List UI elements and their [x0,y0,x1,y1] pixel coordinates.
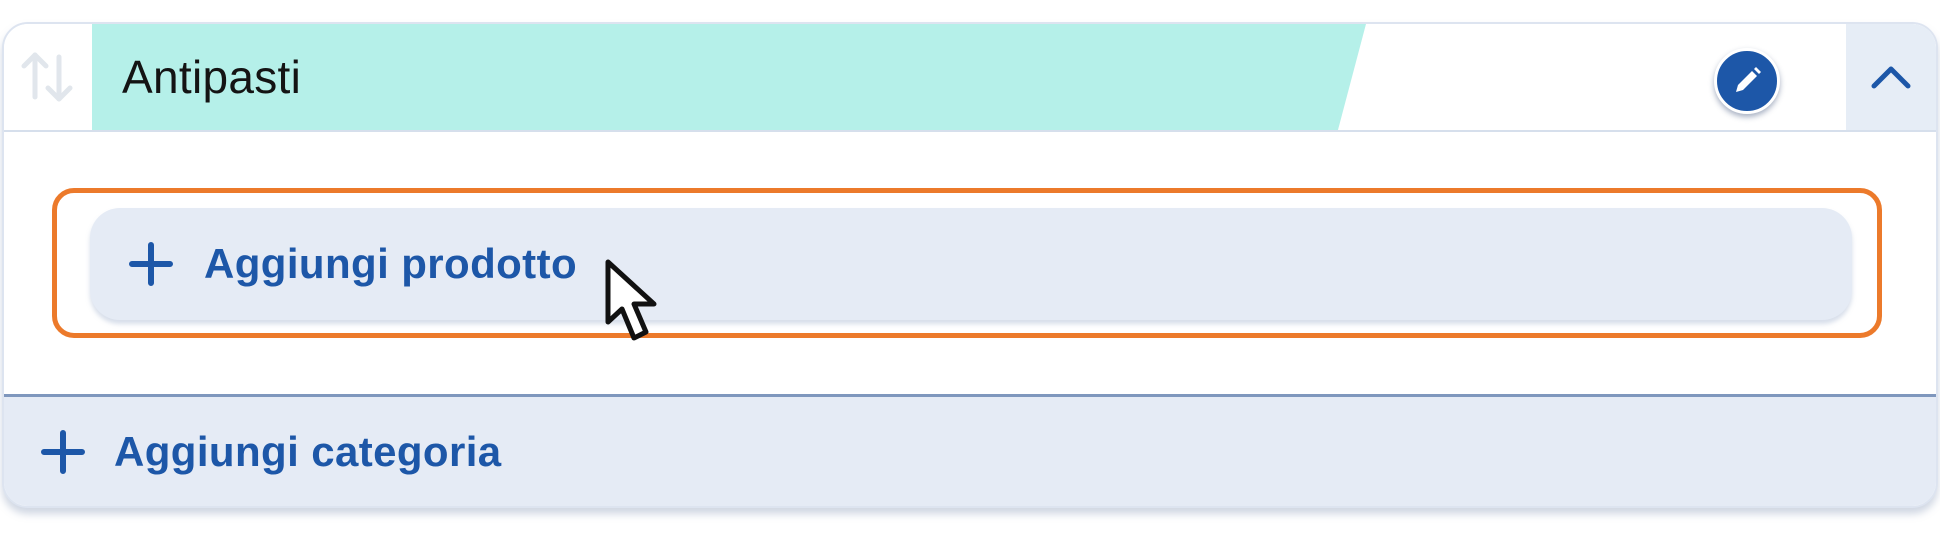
plus-icon [128,241,174,287]
category-name: Antipasti [122,51,302,103]
add-category-label: Aggiungi categoria [114,427,502,475]
add-product-button[interactable]: Aggiungi prodotto [90,208,1852,320]
edit-category-button[interactable] [1714,48,1780,114]
pencil-icon [1736,67,1761,92]
sort-arrows-icon [21,52,73,102]
chevron-up-icon [1871,66,1911,89]
add-category-button[interactable]: Aggiungi categoria [4,397,1936,506]
plus-icon [40,429,86,475]
category-card: Antipasti Aggiungi prodotto Aggiungi cat… [2,22,1938,508]
collapse-button[interactable] [1846,24,1936,130]
mouse-cursor-icon [605,259,657,341]
add-product-label: Aggiungi prodotto [204,240,578,287]
category-header: Antipasti [4,24,1936,132]
sort-handle[interactable] [4,24,90,130]
